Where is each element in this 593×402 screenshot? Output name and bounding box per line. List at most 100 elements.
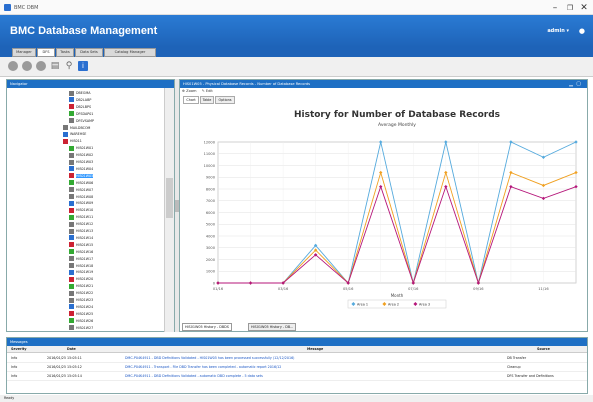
tab-data-sets[interactable]: Data Sets <box>75 48 103 57</box>
y-tick-label: 2000 <box>206 258 216 262</box>
y-tick-label: 3000 <box>206 246 216 250</box>
scrollbar-thumb[interactable] <box>166 178 173 218</box>
database-icon <box>69 242 74 248</box>
database-icon <box>69 325 74 331</box>
toolbar: ▤ ⚲ i <box>0 57 593 77</box>
database-icon <box>69 97 74 103</box>
message-severity: Info <box>11 356 18 360</box>
document-icon[interactable]: ▤ <box>50 61 60 71</box>
bottom-tab-db[interactable]: HIS01W05 History - DB... <box>248 323 297 331</box>
tree-node-label: HIS01W18 <box>76 263 94 268</box>
message-text: DMC-P04K4911 - Transport - File DBD Tran… <box>125 365 282 369</box>
bottom-tab-dbds[interactable]: HIS01W05 History - DBDS <box>182 323 232 331</box>
col-message[interactable]: Message <box>307 347 323 351</box>
col-source[interactable]: Source <box>537 347 550 351</box>
stop-icon[interactable] <box>36 61 46 71</box>
database-icon <box>69 214 74 220</box>
y-tick-label: 6000 <box>206 211 216 215</box>
tree-node-label: HIS01W10 <box>76 208 94 213</box>
y-tick-label: 11000 <box>204 152 216 156</box>
message-row[interactable]: Info 2016/01/25 15:05:11 DMC-P04K4911 - DB… <box>7 354 587 363</box>
maximize-icon[interactable]: ❐ <box>565 3 575 13</box>
subtab-table[interactable]: Table <box>200 96 214 104</box>
database-icon <box>69 111 74 117</box>
database-icon <box>69 207 74 213</box>
database-icon <box>69 276 74 282</box>
tree-node-label: HIS01W05 <box>76 173 94 178</box>
back-icon[interactable] <box>8 61 18 71</box>
y-tick-label: 5000 <box>206 223 216 227</box>
tree-node-label: HIS01W02 <box>76 153 94 158</box>
message-source: DB Transfer <box>507 356 527 360</box>
chart-area: History for Number of Database Records Av… <box>184 107 584 320</box>
y-tick-label: 4000 <box>206 234 216 238</box>
y-tick-label: 9000 <box>206 176 216 180</box>
database-icon <box>69 159 74 165</box>
legend-label: Area 2 <box>388 302 399 306</box>
messages-header: Messages <box>7 338 587 346</box>
subtab-chart[interactable]: Chart <box>183 96 199 104</box>
info-icon[interactable]: i <box>78 61 88 71</box>
minimize-icon[interactable]: – <box>550 3 560 13</box>
app-icon <box>4 4 11 11</box>
col-severity[interactable]: Severity <box>11 347 26 351</box>
chart-panel-title: HIS01W05 - Physical Database Records - N… <box>183 82 311 86</box>
window-title: BMC DBM <box>14 5 39 11</box>
database-icon <box>69 297 74 303</box>
edit-button[interactable]: Edit <box>206 89 213 93</box>
database-icon <box>69 318 74 324</box>
user-menu[interactable]: admin ▾ <box>547 28 569 34</box>
tree-node-label: DB2LABP <box>76 97 92 102</box>
messages-panel: Messages Severity Date Message Source In… <box>6 337 588 394</box>
legend-label: Area 1 <box>357 302 368 306</box>
message-source: Cleanup <box>507 365 521 369</box>
navigator-scrollbar[interactable] <box>164 88 174 332</box>
database-icon <box>69 228 74 234</box>
navigator-panel: Navigator DBEGMA DB2LABP DB2LBPS DFSDAP01 DF… <box>6 79 175 332</box>
message-severity: Info <box>11 374 18 378</box>
tree-node-label: HIS01W15 <box>76 242 94 247</box>
y-tick-label: 8000 <box>206 187 216 191</box>
tree-node-label: HIS01W11 <box>76 215 94 220</box>
chart-panel-header: HIS01W05 - Physical Database Records - N… <box>180 80 587 88</box>
tree-node-label: DBEGMA <box>76 91 91 95</box>
y-tick-label: 1000 <box>206 270 216 274</box>
close-icon[interactable]: ✕ <box>579 3 589 13</box>
database-icon <box>69 152 74 158</box>
message-date: 2016/01/25 15:05:14 <box>47 374 82 378</box>
chart-toolbar: ⊕ Zoom ✎ Edit <box>182 89 213 93</box>
tree-node-label: HIS01W01 <box>76 146 94 151</box>
tab-tasks[interactable]: Tasks <box>56 48 74 57</box>
message-row[interactable]: Info 2016/01/25 15:05:14 DMC-P04K4911 - DB… <box>7 372 587 381</box>
forward-icon[interactable] <box>22 61 32 71</box>
user-icon[interactable]: ● <box>579 27 585 35</box>
zoom-icon[interactable]: ⊕ <box>182 89 185 93</box>
tab-catalog-manager[interactable]: Catalog Manager <box>104 48 156 57</box>
database-icon <box>69 235 74 241</box>
message-row[interactable]: Info 2016/01/25 15:05:12 DMC-P04K4911 - Tr… <box>7 363 587 372</box>
database-icon <box>63 131 68 137</box>
x-tick-label: 11/16 <box>538 287 549 291</box>
legend-label: Area 3 <box>419 302 430 306</box>
database-icon <box>69 173 74 179</box>
x-tick-label: 09/16 <box>473 287 484 291</box>
panel-minimize-icon[interactable]: ▁ <box>569 80 573 88</box>
tree-node-label: MAILDBCOM <box>70 125 91 130</box>
edit-icon[interactable]: ✎ <box>202 89 205 93</box>
tab-dfs[interactable]: DFS <box>37 48 55 57</box>
database-icon <box>69 263 74 268</box>
search-icon[interactable]: ⚲ <box>64 61 74 71</box>
database-icon <box>69 187 74 193</box>
subtab-options[interactable]: Options <box>215 96 235 104</box>
history-chart: History for Number of Database Records Av… <box>204 110 578 309</box>
tree-node-label: HIS01W07 <box>76 187 94 192</box>
tab-manager[interactable]: Manager <box>12 48 36 57</box>
col-date[interactable]: Date <box>67 347 76 351</box>
tree-node-label: HIS01W13 <box>76 229 94 233</box>
tree-node[interactable]: HIS01W27 <box>69 325 93 332</box>
tree-node-label: HIS01W08 <box>76 194 94 199</box>
zoom-button[interactable]: Zoom <box>186 89 196 93</box>
x-tick-label: 01/16 <box>213 287 224 291</box>
navigator-tree: DBEGMA DB2LABP DB2LBPS DFSDAP01 DFSVSAMP MAIL… <box>7 88 165 332</box>
panel-maximize-icon[interactable]: ▢ <box>576 80 581 88</box>
